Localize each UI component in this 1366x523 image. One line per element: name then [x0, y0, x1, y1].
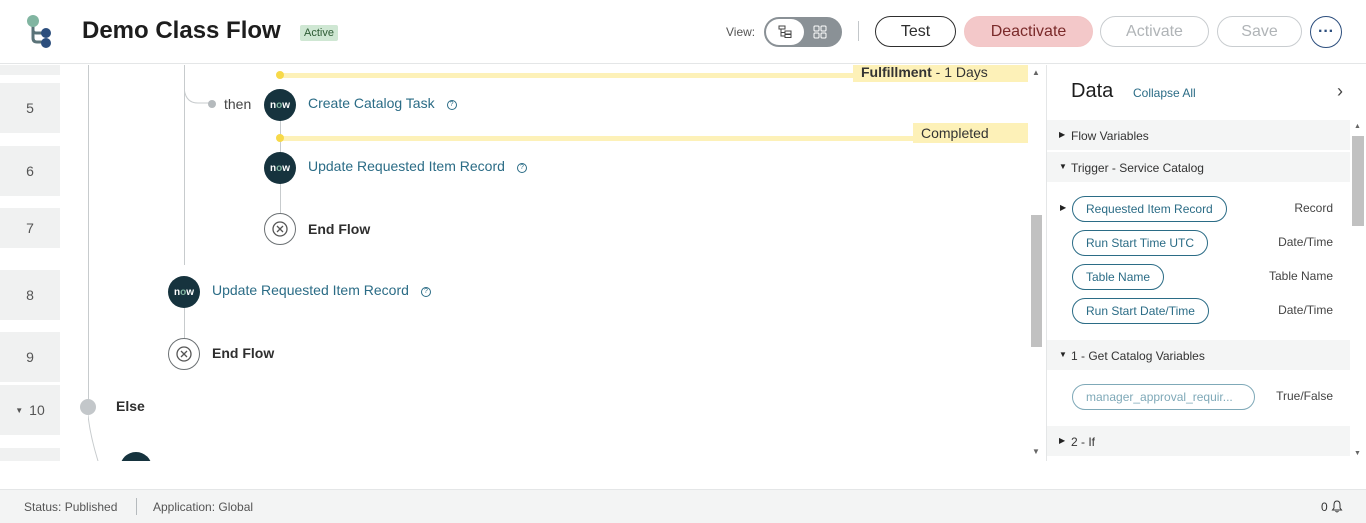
step-create-catalog-task[interactable]: Create Catalog Task?: [308, 95, 457, 111]
help-icon[interactable]: ?: [446, 100, 457, 110]
expand-caret-icon[interactable]: ▶: [1059, 130, 1065, 139]
collapse-caret-icon[interactable]: ▼: [1059, 350, 1067, 359]
flow-canvas: 5 6 7 8 9 ▼ 10 Fulfillment - 1 Days Compl…: [0, 65, 1028, 461]
view-label: View:: [726, 25, 756, 39]
expand-caret-icon[interactable]: ▶: [1060, 203, 1066, 212]
data-pill-type: Date/Time: [1278, 303, 1333, 317]
stage-dot: [276, 134, 284, 142]
data-pill-type: Table Name: [1268, 269, 1333, 283]
help-icon[interactable]: ?: [516, 163, 527, 173]
scrollbar-thumb[interactable]: [1352, 136, 1364, 226]
step-update-requested-item[interactable]: Update Requested Item Record?: [212, 282, 431, 298]
section-if[interactable]: ▶ 2 - If: [1047, 426, 1351, 456]
save-button[interactable]: Save: [1217, 16, 1302, 47]
view-toggle[interactable]: [764, 17, 842, 47]
section-trigger[interactable]: ▼ Trigger - Service Catalog: [1047, 152, 1351, 182]
flow-designer-logo-icon: [27, 15, 51, 48]
data-pill-type: Date/Time: [1278, 235, 1333, 249]
data-pill[interactable]: Run Start Date/Time: [1072, 298, 1209, 324]
chevron-right-icon[interactable]: ›: [1337, 81, 1343, 102]
row-number: 9: [0, 332, 60, 382]
status-badge: Active: [300, 25, 338, 41]
step-end-flow[interactable]: End Flow: [212, 345, 274, 361]
else-node-dot: [80, 399, 96, 415]
section-get-catalog-variables[interactable]: ▼ 1 - Get Catalog Variables: [1047, 340, 1351, 370]
data-pill-type: Record: [1294, 201, 1333, 215]
grid-view-icon[interactable]: [803, 19, 837, 45]
test-button[interactable]: Test: [875, 16, 956, 47]
flow-title: Demo Class Flow: [82, 17, 281, 44]
stage-dot: [276, 71, 284, 79]
collapse-all-link[interactable]: Collapse All: [1133, 86, 1196, 100]
scroll-up-icon[interactable]: ▲: [1354, 123, 1361, 130]
data-pill[interactable]: manager_approval_requir...: [1072, 384, 1255, 410]
data-panel-title: Data: [1071, 80, 1114, 102]
row-number: 7: [0, 208, 60, 248]
data-panel-scrollbar[interactable]: ▲ ▼: [1350, 120, 1366, 462]
more-icon: ···: [1318, 23, 1334, 40]
row-number-partial: [0, 448, 60, 461]
canvas-scrollbar[interactable]: ▲ ▼: [1028, 65, 1045, 461]
data-pill[interactable]: Run Start Time UTC: [1072, 230, 1209, 256]
stage-label-completed: Completed: [913, 123, 1028, 143]
status-text: Status: Published: [24, 500, 118, 514]
scroll-down-icon[interactable]: ▼: [1354, 450, 1361, 457]
row-number-collapsible[interactable]: ▼ 10: [0, 385, 60, 435]
activate-button[interactable]: Activate: [1100, 16, 1209, 47]
more-options-button[interactable]: ···: [1310, 16, 1342, 48]
data-panel: Data Collapse All › ▶ Flow Variables ▼ Tri…: [1046, 65, 1366, 461]
notification-count: 0: [1321, 500, 1328, 514]
app-header: Demo Class Flow Active View: Test Deacti…: [0, 0, 1366, 64]
data-pill-type: True/False: [1276, 389, 1333, 403]
help-icon[interactable]: ?: [420, 287, 431, 297]
collapse-caret-icon[interactable]: ▼: [15, 406, 23, 415]
row-number: 6: [0, 146, 60, 196]
stage-band: [280, 136, 914, 141]
row-number: 8: [0, 270, 60, 320]
step-end-flow[interactable]: End Flow: [308, 221, 370, 237]
now-action-icon: now: [264, 152, 296, 184]
now-action-icon: now: [264, 89, 296, 121]
deactivate-button[interactable]: Deactivate: [964, 16, 1093, 47]
stage-band: [280, 73, 855, 78]
data-pill[interactable]: Requested Item Record: [1072, 196, 1227, 222]
status-bar: Status: Published Application: Global 0: [0, 489, 1366, 523]
end-flow-icon: [168, 338, 200, 370]
scrollbar-thumb[interactable]: [1031, 215, 1042, 347]
data-pill[interactable]: Table Name: [1072, 264, 1165, 290]
footer-divider: [136, 498, 137, 515]
row-number: 5: [0, 83, 60, 133]
connector-line: [88, 65, 89, 405]
header-divider: [858, 21, 859, 41]
stage-label-fulfillment: Fulfillment - 1 Days: [853, 65, 1028, 82]
end-flow-icon: [264, 213, 296, 245]
section-flow-variables[interactable]: ▶ Flow Variables: [1047, 120, 1351, 150]
step-update-requested-item[interactable]: Update Requested Item Record?: [308, 158, 527, 174]
branch-dot: [208, 100, 216, 108]
now-action-icon: [120, 452, 152, 461]
tree-view-icon[interactable]: [766, 19, 804, 45]
expand-caret-icon[interactable]: ▶: [1059, 436, 1065, 445]
application-text: Application: Global: [153, 500, 254, 514]
row-number-partial: [0, 65, 60, 75]
connector-curve: [88, 415, 99, 461]
now-action-icon: now: [168, 276, 200, 308]
step-else[interactable]: Else: [116, 398, 145, 414]
bell-icon[interactable]: [1331, 500, 1343, 513]
collapse-caret-icon[interactable]: ▼: [1059, 162, 1067, 171]
notifications-button[interactable]: 0: [1321, 500, 1343, 514]
then-label: then: [224, 96, 252, 112]
scroll-up-icon[interactable]: ▲: [1032, 68, 1040, 77]
scroll-down-icon[interactable]: ▼: [1032, 447, 1040, 456]
